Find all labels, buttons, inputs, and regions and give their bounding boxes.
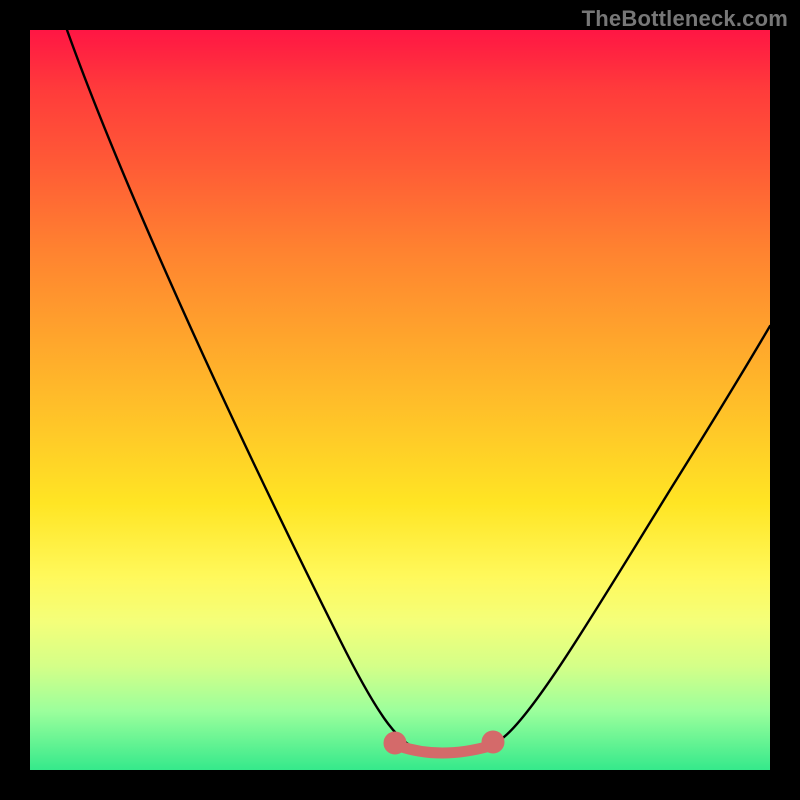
curve-layer bbox=[30, 30, 770, 770]
bottleneck-curve bbox=[67, 30, 770, 754]
chart-frame: TheBottleneck.com bbox=[0, 0, 800, 800]
sweet-spot-band bbox=[389, 736, 499, 753]
plot-area bbox=[30, 30, 770, 770]
attribution-label: TheBottleneck.com bbox=[582, 6, 788, 32]
